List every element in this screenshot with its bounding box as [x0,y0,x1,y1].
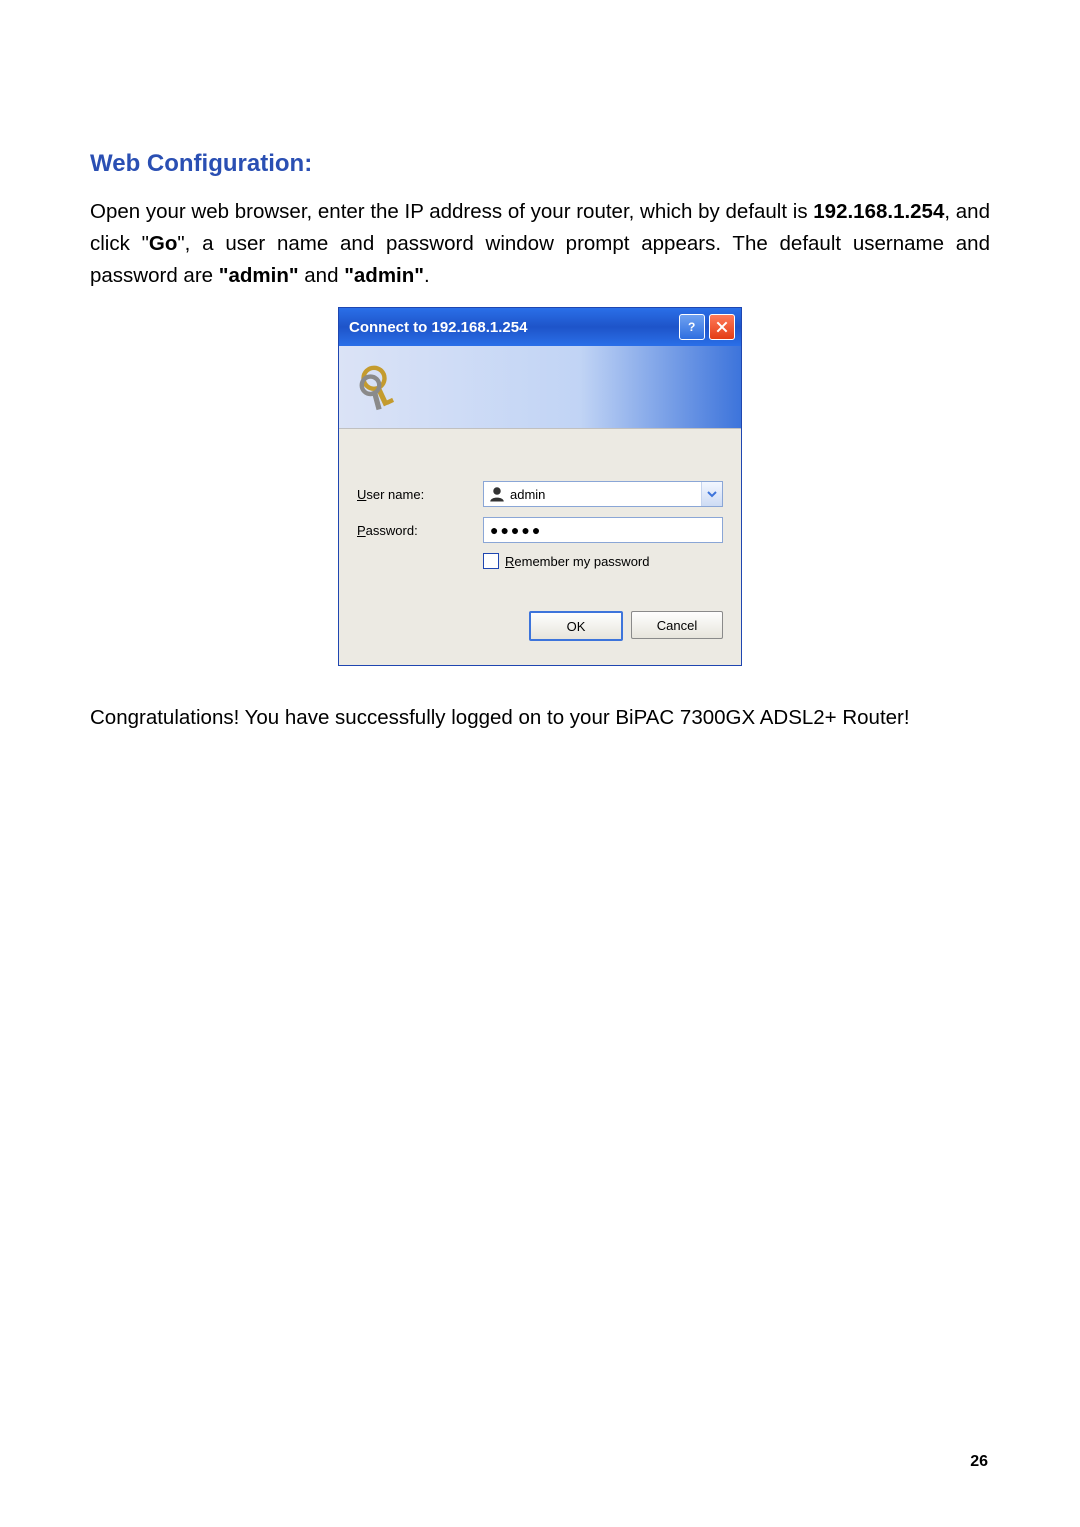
text: and [299,264,345,287]
text: emember my password [514,554,649,569]
admin-bold: "admin" [219,264,299,287]
keys-icon [353,359,409,415]
remember-checkbox[interactable] [483,553,499,569]
username-dropdown-button[interactable] [701,482,722,506]
ip-bold: 192.168.1.254 [813,200,944,223]
ok-button[interactable]: OK [529,611,623,641]
username-accelerator: U [357,487,366,502]
username-value: admin [510,487,701,502]
auth-dialog: Connect to 192.168.1.254 ? [338,307,742,666]
admin-bold: "admin" [344,264,424,287]
congrats-text: Congratulations! You have successfully l… [90,706,990,730]
cancel-button[interactable]: Cancel [631,611,723,639]
user-icon [488,485,506,503]
password-input[interactable]: ●●●●● [483,517,723,543]
go-bold: Go [149,232,177,255]
intro-paragraph: Open your web browser, enter the IP addr… [90,196,990,291]
text: assword: [366,523,418,538]
close-icon [714,319,730,335]
help-button[interactable]: ? [679,314,705,340]
password-accelerator: P [357,523,366,538]
page-number: 26 [970,1453,988,1471]
help-icon: ? [684,319,700,335]
username-label: User name: [357,487,483,502]
password-label: Password: [357,523,483,538]
text: . [424,264,430,287]
remember-label: Remember my password [505,554,650,569]
dialog-banner [339,346,741,429]
titlebar: Connect to 192.168.1.254 ? [339,308,741,346]
remember-accelerator: R [505,554,514,569]
svg-text:?: ? [688,320,695,334]
text: ser name: [366,487,424,502]
dialog-title: Connect to 192.168.1.254 [349,319,675,336]
text: Open your web browser, enter the IP addr… [90,200,813,223]
close-button[interactable] [709,314,735,340]
username-combo[interactable]: admin [483,481,723,507]
section-heading: Web Configuration: [90,150,990,178]
chevron-down-icon [707,489,717,499]
password-masked: ●●●●● [490,522,542,538]
